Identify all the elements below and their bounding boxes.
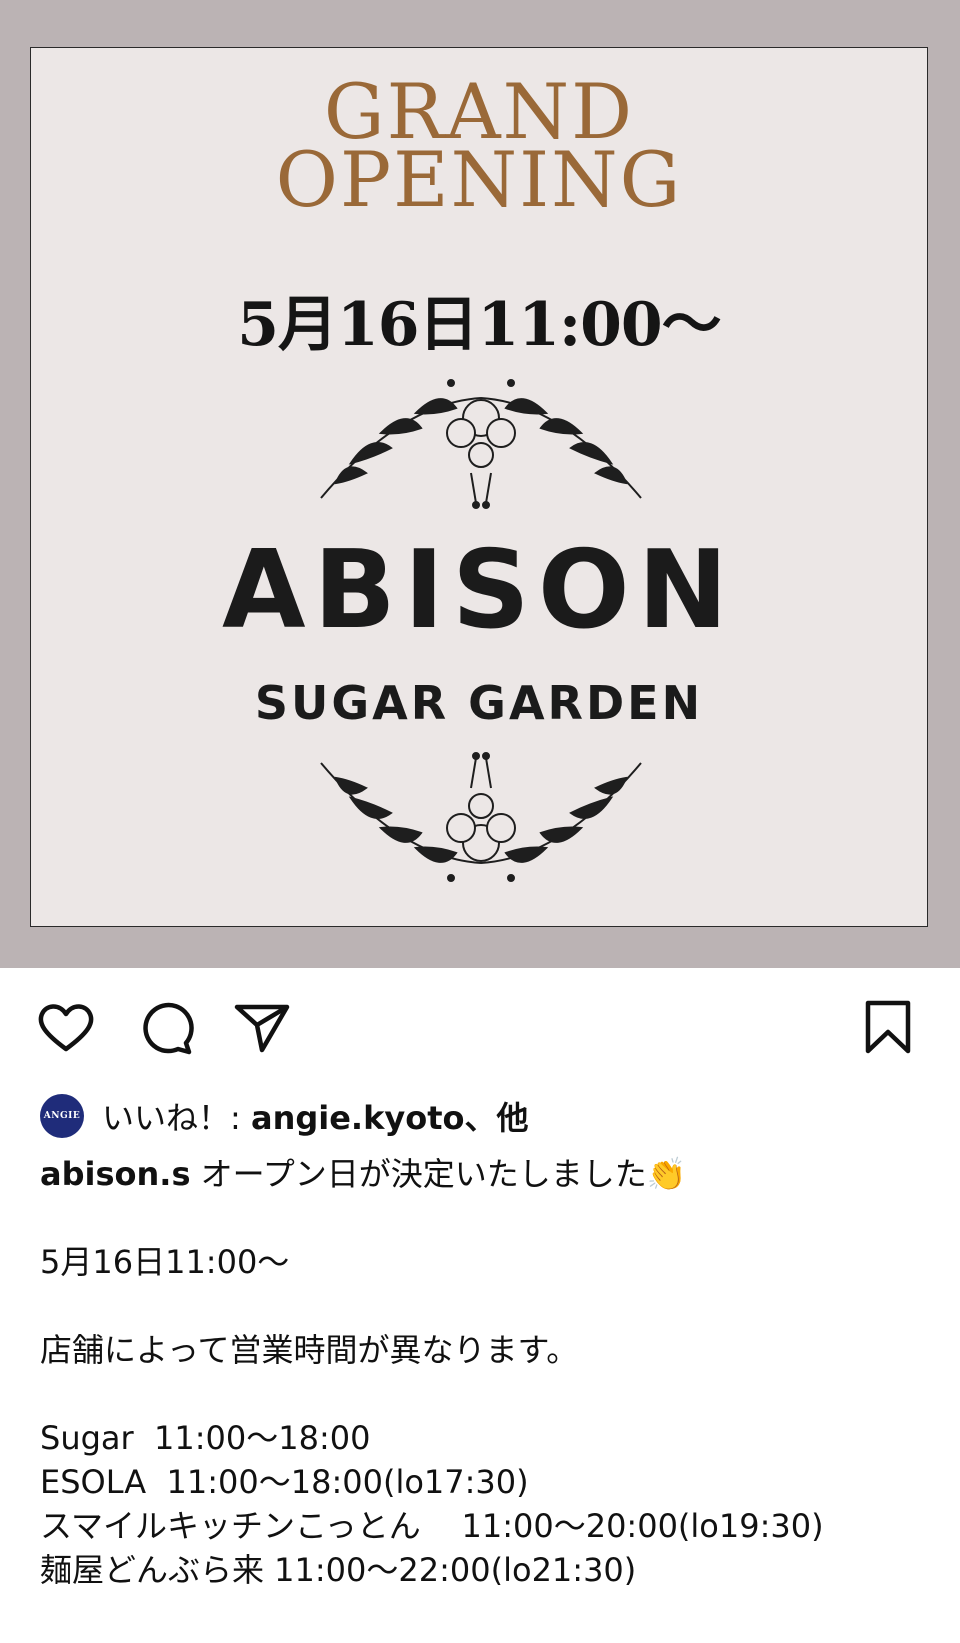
caption-first-line: abison.s オープン日が決定いたしました👏 [40, 1152, 940, 1196]
opening-date: 5月16日11:00〜 [237, 290, 721, 360]
hours-line: ESOLA 11:00〜18:00(lo17:30) [40, 1463, 529, 1501]
caption: abison.s オープン日が決定いたしました👏 5月16日11:00〜 店舗に… [40, 1152, 940, 1592]
heart-icon[interactable] [34, 995, 98, 1059]
hours-line: Sugar 11:00〜18:00 [40, 1419, 371, 1457]
caption-text: オープン日が決定いたしました👏 [190, 1155, 687, 1193]
hours-line: 麺屋どんぶら来 11:00〜22:00(lo21:30) [40, 1551, 637, 1589]
floral-wreath-top-icon [320, 379, 642, 509]
hours-line: スマイルキッチンこっとん 11:00〜20:00(lo19:30) [40, 1507, 824, 1545]
floral-wreath-bottom-icon [320, 752, 642, 882]
likes-row[interactable]: ANGIE いいね！: angie.kyoto、他 [40, 1093, 529, 1139]
caption-date: 5月16日11:00〜 [40, 1243, 290, 1281]
brand-subtitle: SUGAR GARDEN [254, 676, 704, 730]
caption-note: 店舗によって営業時間が異なります。 [40, 1331, 579, 1369]
liked-by-user[interactable]: angie.kyoto [251, 1099, 465, 1137]
likes-prefix: いいね！: [102, 1099, 251, 1137]
poster: GRAND OPENING 5月16日11:00〜 ABISON SUGAR G… [30, 47, 928, 927]
grand-opening-title: GRAND OPENING [31, 74, 927, 224]
caption-username[interactable]: abison.s [40, 1155, 190, 1193]
avatar[interactable]: ANGIE [40, 1094, 84, 1138]
brand-name: ABISON [221, 528, 737, 653]
bookmark-icon[interactable] [856, 995, 920, 1059]
comment-icon[interactable] [134, 995, 198, 1059]
send-icon[interactable] [230, 995, 294, 1059]
opening-line: OPENING [275, 135, 683, 224]
likes-text: いいね！: angie.kyoto、他 [102, 1093, 529, 1139]
likes-others[interactable]: 、他 [464, 1099, 528, 1137]
post-image[interactable]: GRAND OPENING 5月16日11:00〜 ABISON SUGAR G… [0, 0, 960, 968]
